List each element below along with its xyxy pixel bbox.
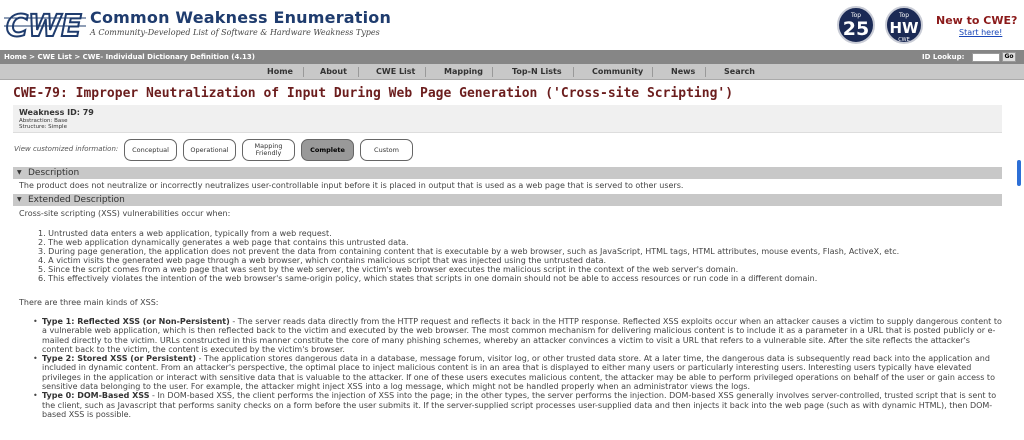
collapse-triangle-icon[interactable]: ▼	[17, 194, 22, 206]
tophw-badge-small: Top	[898, 12, 910, 19]
list-item: 3. During page generation, the applicati…	[38, 247, 900, 256]
start-here-link[interactable]: Start here!	[959, 28, 1002, 37]
list-item: 6. This effectively violates the intenti…	[38, 274, 818, 283]
view-operational-button[interactable]: Operational	[183, 139, 236, 161]
extended-heading: Extended Description	[28, 195, 125, 205]
list-item: • Type 1: Reflected XSS (or Non-Persisten…	[33, 317, 1002, 354]
extended-intro: Cross-site scripting (XSS) vulnerabiliti…	[19, 209, 231, 218]
site-title[interactable]: Common Weakness Enumeration	[90, 8, 391, 27]
nav-divider	[573, 67, 574, 77]
list-item: 5. Since the script comes from a web pag…	[38, 265, 739, 274]
weakness-id: Weakness ID: 79	[19, 108, 94, 117]
type-name: Type 1: Reflected XSS (or Non-Persistent…	[42, 317, 230, 326]
nav-mapping[interactable]: Mapping	[444, 64, 483, 80]
type-name: Type 0: DOM-Based XSS	[42, 391, 150, 401]
list-item: • Type 0: DOM-Based XSS - In DOM-based XS…	[33, 391, 1002, 419]
id-lookup-input[interactable]	[972, 53, 1000, 62]
nav-news[interactable]: News	[671, 64, 695, 80]
id-lookup-label: ID Lookup:	[922, 53, 965, 61]
nav-search[interactable]: Search	[724, 64, 755, 80]
nav-divider	[425, 67, 426, 77]
nav-cwe-list[interactable]: CWE List	[376, 64, 415, 80]
structure: Structure: Simple	[19, 124, 67, 130]
nav-top-n-lists[interactable]: Top-N Lists	[512, 64, 562, 80]
nav-about[interactable]: About	[320, 64, 347, 80]
site-header: CWE Common Weakness Enumeration A Commun…	[0, 0, 1024, 50]
bullet-icon: •	[33, 391, 38, 401]
xss-conditions-list: 1. Untrusted data enters a web applicati…	[38, 229, 899, 283]
nav-divider	[303, 67, 304, 77]
weakness-meta: Weakness ID: 79 Abstraction: Base Struct…	[13, 105, 1002, 133]
nav-home[interactable]: Home	[267, 64, 293, 80]
nav-divider	[652, 67, 653, 77]
view-conceptual-button[interactable]: Conceptual	[124, 139, 177, 161]
id-lookup-go-button[interactable]: Go	[1002, 52, 1016, 62]
collapse-triangle-icon[interactable]: ▼	[17, 167, 22, 179]
page-title: CWE-79: Improper Neutralization of Input…	[13, 86, 734, 101]
kinds-intro: There are three main kinds of XSS:	[19, 298, 159, 307]
breadcrumb[interactable]: Home > CWE List > CWE- Individual Dictio…	[4, 50, 255, 64]
new-to-cwe-text: New to CWE?	[936, 14, 1018, 27]
list-item: • Type 2: Stored XSS (or Persistent) - Th…	[33, 354, 1002, 391]
tophw-badge-label: HW	[889, 19, 919, 37]
description-text: The product does not neutralize or incor…	[19, 181, 684, 190]
description-header[interactable]: ▼ Description	[13, 167, 1002, 179]
top25-badge[interactable]: Top 25	[837, 6, 875, 44]
view-complete-button[interactable]: Complete	[301, 139, 354, 161]
nav-divider	[705, 67, 706, 77]
tophw-badge[interactable]: Top HW CWE	[885, 6, 923, 44]
type-text: - In DOM-based XSS, the client performs …	[42, 391, 997, 419]
view-custom-button[interactable]: Custom	[360, 139, 413, 161]
view-label: View customized information:	[14, 145, 119, 153]
bullet-icon: •	[33, 317, 38, 326]
description-heading: Description	[28, 168, 80, 178]
bullet-icon: •	[33, 354, 38, 364]
nav-divider	[492, 67, 493, 77]
xss-types-list: • Type 1: Reflected XSS (or Non-Persisten…	[33, 317, 1002, 419]
breadcrumb-bar: Home > CWE List > CWE- Individual Dictio…	[0, 50, 1024, 64]
view-mapping-friendly-button[interactable]: Mapping Friendly	[242, 139, 295, 161]
tophw-badge-tag: CWE	[898, 37, 910, 43]
cwe-logo[interactable]: CWE	[4, 6, 86, 44]
extended-description-header[interactable]: ▼ Extended Description	[13, 194, 1002, 206]
list-item: 4. A victim visits the generated web pag…	[38, 256, 607, 265]
type-name: Type 2: Stored XSS (or Persistent)	[42, 354, 197, 364]
nav-community[interactable]: Community	[592, 64, 643, 80]
nav-divider	[358, 67, 359, 77]
scrollbar-thumb[interactable]	[1017, 160, 1021, 186]
list-item: 2. The web application dynamically gener…	[38, 238, 409, 247]
list-item: 1. Untrusted data enters a web applicati…	[38, 229, 332, 238]
top25-badge-number: 25	[842, 18, 870, 40]
site-tagline: A Community-Developed List of Software &…	[90, 28, 380, 37]
main-nav: Home About CWE List Mapping Top-N Lists …	[0, 64, 1024, 80]
